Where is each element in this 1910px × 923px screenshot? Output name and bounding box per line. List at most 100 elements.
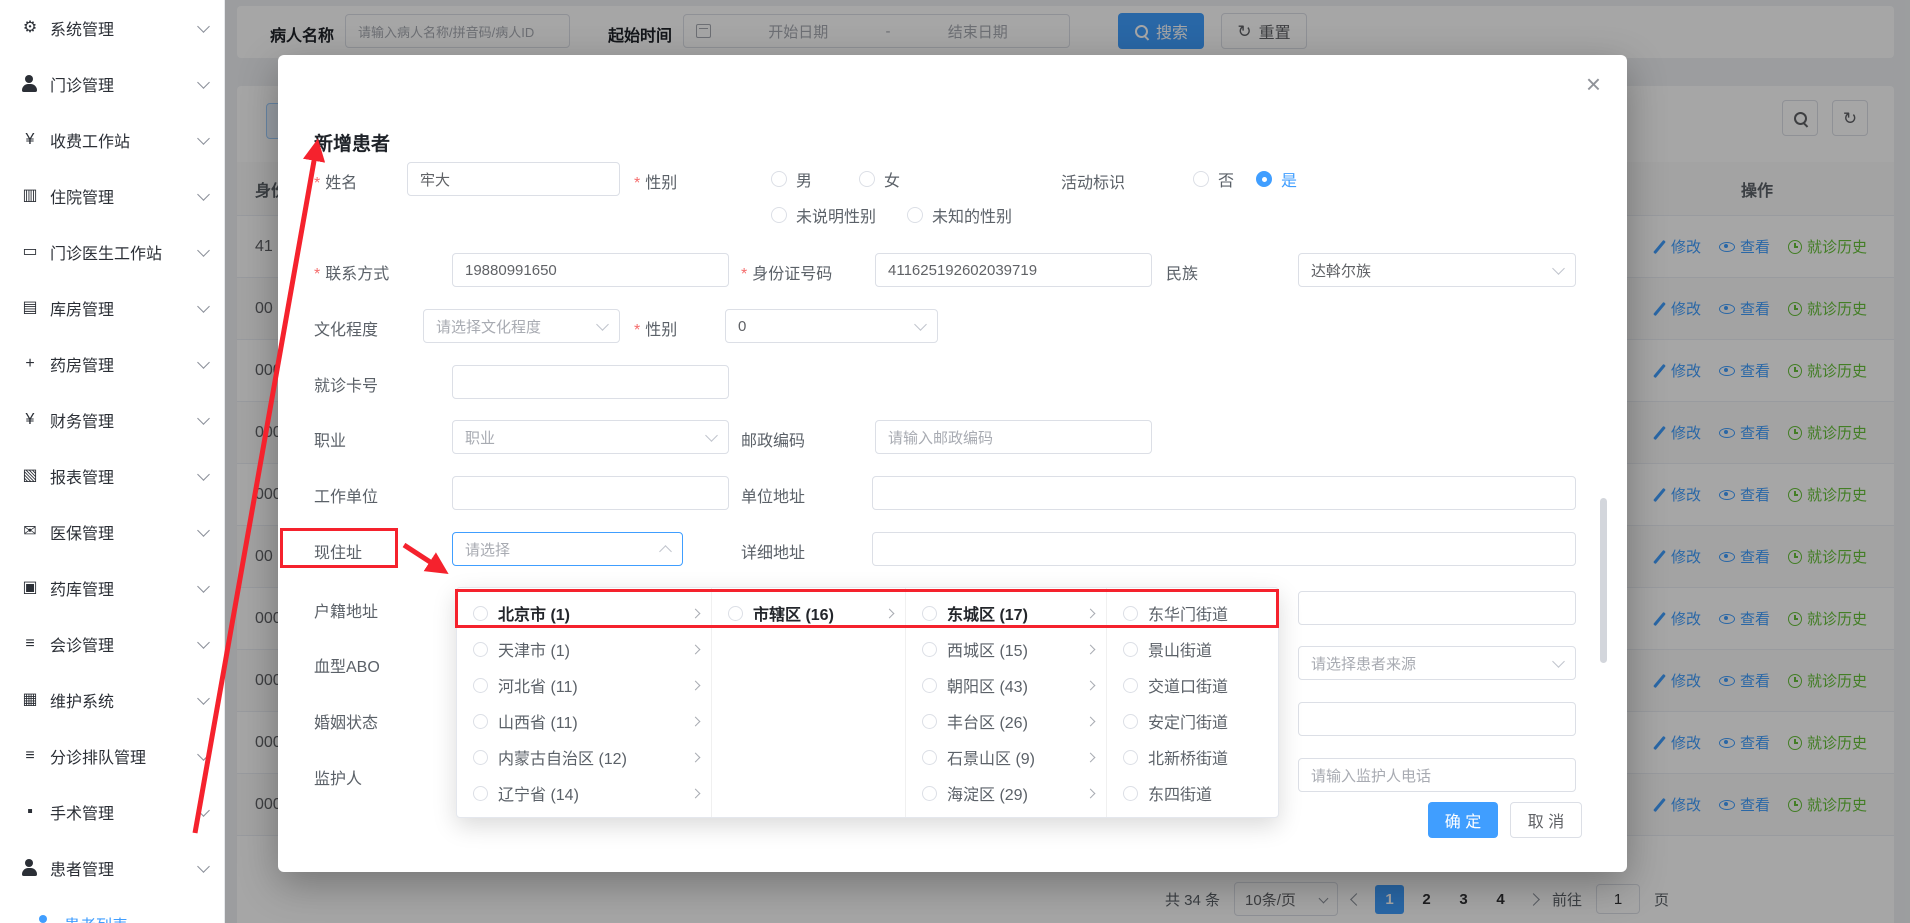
cascader-option[interactable]: 辽宁省 (14) — [457, 775, 711, 811]
sidebar-item[interactable]: ⚙ 系统管理 — [0, 0, 224, 56]
radio-icon — [473, 642, 488, 657]
cascader-option[interactable]: 内蒙古自治区 (12) — [457, 739, 711, 775]
cascader-option[interactable]: 景山街道 — [1107, 631, 1278, 667]
sidebar-item-label: 住院管理 — [50, 184, 199, 208]
sidebar-item[interactable]: + 药房管理 — [0, 336, 224, 392]
cascader-option[interactable]: 山西省 (11) — [457, 703, 711, 739]
district-column: 东城区 (17) 西城区 (15) 朝阳区 (43) 丰台 — [906, 588, 1107, 817]
unit-address-input[interactable] — [872, 476, 1576, 510]
chevron-down-icon — [197, 244, 210, 257]
sidebar-item[interactable]: ▦ 维护系统 — [0, 672, 224, 728]
postal-label: 邮政编码 — [741, 427, 805, 451]
radio-no[interactable]: 否 — [1193, 162, 1234, 196]
education-select[interactable]: 请选择文化程度 — [423, 309, 620, 343]
radio-female[interactable]: 女 — [859, 162, 900, 196]
postal-input[interactable]: 请输入邮政编码 — [875, 420, 1152, 454]
cascader-option[interactable]: 天津市 (1) — [457, 631, 711, 667]
city-column: 市辖区 (16) — [712, 588, 906, 817]
sidebar-item-label: 药库管理 — [50, 576, 199, 600]
cascader-option[interactable]: 市辖区 (16) — [712, 595, 905, 631]
current-address-cascader[interactable]: 请选择 — [452, 532, 683, 566]
cascader-option[interactable]: 安定门街道 — [1107, 703, 1278, 739]
radio-gender-unstated[interactable]: 未说明性别 — [771, 198, 876, 232]
cascader-option[interactable]: 石景山区 (9) — [906, 739, 1106, 775]
sidebar-item[interactable]: 门诊管理 — [0, 56, 224, 112]
cascader-option[interactable]: 西城区 (15) — [906, 631, 1106, 667]
detail-address-input[interactable] — [872, 532, 1576, 566]
menu-icon: ¥ — [20, 131, 40, 149]
chevron-right-icon — [691, 644, 701, 654]
cascader-option[interactable]: 朝阳区 (43) — [906, 667, 1106, 703]
patient-source-select[interactable]: 请选择患者来源 — [1298, 646, 1576, 680]
sidebar-item-label: 会诊管理 — [50, 632, 199, 656]
radio-checked-icon — [1256, 171, 1272, 187]
confirm-button[interactable]: 确 定 — [1428, 802, 1498, 838]
radio-icon — [473, 786, 488, 801]
name-input[interactable]: 牢大 — [407, 162, 620, 196]
cascader-option[interactable]: 丰台区 (26) — [906, 703, 1106, 739]
cascader-option[interactable]: 北京市 (1) — [457, 595, 711, 631]
sidebar-item[interactable]: ¥ 财务管理 — [0, 392, 224, 448]
sidebar-item[interactable]: ✉ 医保管理 — [0, 504, 224, 560]
gender2-select[interactable]: 0 — [725, 309, 938, 343]
work-unit-input[interactable] — [452, 476, 729, 510]
sidebar-item[interactable]: 患者管理 — [0, 840, 224, 896]
sidebar-item[interactable]: ▤ 库房管理 — [0, 280, 224, 336]
menu-icon: ¥ — [20, 411, 40, 429]
close-icon[interactable]: × — [1586, 71, 1601, 97]
cascader-option[interactable]: 交道口街道 — [1107, 667, 1278, 703]
menu-icon: ▤ — [20, 299, 40, 317]
modal-scrollbar[interactable] — [1600, 498, 1607, 663]
menu-icon: ✉ — [20, 523, 40, 541]
radio-icon — [859, 171, 875, 187]
menu-icon: ≡ — [20, 635, 40, 653]
name-label: 姓名 — [314, 169, 357, 193]
dialog-title: 新增患者 — [314, 129, 390, 156]
sidebar-item[interactable]: ≡ 会诊管理 — [0, 616, 224, 672]
cascader-option[interactable]: 东城区 (17) — [906, 595, 1106, 631]
sidebar-item-label: 患者管理 — [50, 856, 199, 880]
radio-male[interactable]: 男 — [771, 162, 812, 196]
household-right-input[interactable] — [1298, 591, 1576, 625]
menu-icon: ⚙ — [20, 19, 40, 37]
radio-icon — [1123, 714, 1138, 729]
cascader-option[interactable]: 北新桥街道 — [1107, 739, 1278, 775]
visit-card-label: 就诊卡号 — [314, 372, 378, 396]
id-number-input[interactable]: 411625192602039719 — [875, 253, 1152, 287]
radio-yes[interactable]: 是 — [1256, 162, 1297, 196]
sidebar-item[interactable]: ▧ 报表管理 — [0, 448, 224, 504]
chevron-down-icon — [197, 524, 210, 537]
marital-status-label: 婚姻状态 — [314, 709, 378, 733]
radio-icon — [473, 606, 488, 621]
cascader-option[interactable]: 河北省 (11) — [457, 667, 711, 703]
chevron-down-icon — [197, 76, 210, 89]
chevron-down-icon — [197, 188, 210, 201]
gender-label: 性别 — [634, 169, 677, 193]
sidebar-item-label: 药房管理 — [50, 352, 199, 376]
radio-icon — [922, 606, 937, 621]
sidebar-item-patient-list[interactable]: 患者列表 — [0, 896, 224, 923]
chevron-right-icon — [1086, 644, 1096, 654]
visit-card-input[interactable] — [452, 365, 729, 399]
cascader-option[interactable]: 东四街道 — [1107, 775, 1278, 811]
ethnic-select[interactable]: 达斡尔族 — [1298, 253, 1576, 287]
sidebar-item[interactable]: ¥ 收费工作站 — [0, 112, 224, 168]
sidebar-item[interactable]: ▭ 门诊医生工作站 — [0, 224, 224, 280]
sidebar-item[interactable]: ▥ 住院管理 — [0, 168, 224, 224]
cancel-button[interactable]: 取 消 — [1510, 802, 1582, 838]
contact-input[interactable]: 19880991650 — [452, 253, 729, 287]
menu-icon: + — [20, 355, 40, 373]
sidebar-item[interactable]: ≡ 分诊排队管理 — [0, 728, 224, 784]
cascader-option[interactable]: 东华门街道 — [1107, 595, 1278, 631]
sidebar-item[interactable]: ▣ 药库管理 — [0, 560, 224, 616]
occupation-select[interactable]: 职业 — [452, 420, 729, 454]
radio-gender-unknown[interactable]: 未知的性别 — [907, 198, 1012, 232]
cascader-option[interactable]: 海淀区 (29) — [906, 775, 1106, 811]
marital-right-input[interactable] — [1298, 702, 1576, 736]
sidebar-item[interactable]: ▪ 手术管理 — [0, 784, 224, 840]
chevron-down-icon — [1552, 655, 1565, 668]
chevron-down-icon — [197, 748, 210, 761]
chevron-right-icon — [691, 608, 701, 618]
province-column: 北京市 (1) 天津市 (1) 河北省 (11) 山西省 — [457, 588, 712, 817]
guardian-phone-input[interactable]: 请输入监护人电话 — [1298, 758, 1576, 792]
